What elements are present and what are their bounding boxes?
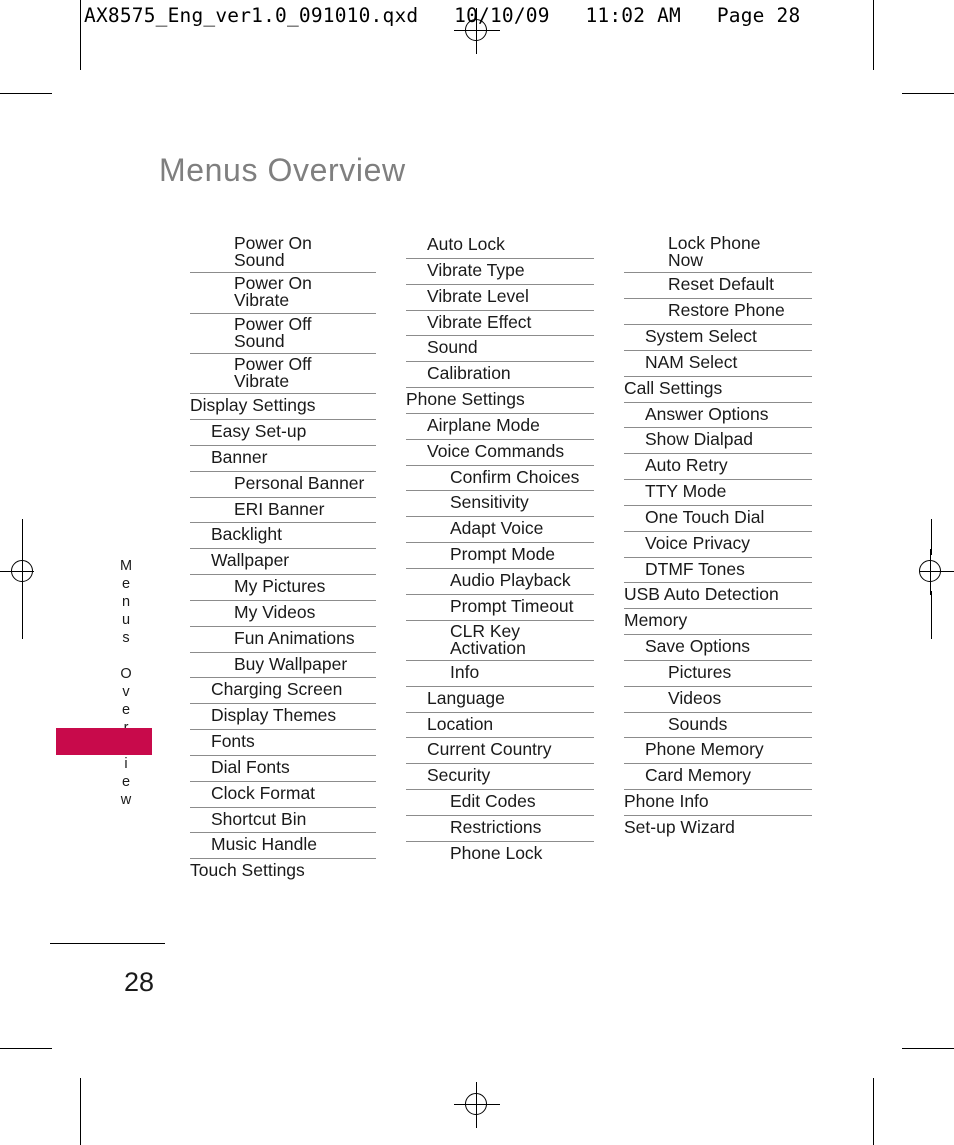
section-thumb-tab: [56, 728, 152, 755]
menu-item: My Pictures: [190, 575, 376, 601]
trim-mark-top-left-horizontal: [0, 93, 52, 94]
menu-item: Voice Privacy: [624, 532, 812, 558]
menu-column-3: Lock Phone Now Reset Default Restore Phone…: [624, 233, 812, 841]
trim-mark-bottom-left-vertical: [80, 1078, 81, 1145]
page-number: 28: [124, 967, 155, 997]
menu-item: Current Country: [406, 738, 594, 765]
menu-item: TTY Mode: [624, 480, 812, 506]
menu-item: Sounds: [624, 713, 812, 739]
menu-item: Power On Sound: [190, 233, 376, 274]
menu-item: Shortcut Bin: [190, 808, 376, 834]
menu-column-2: Auto Lock Vibrate Type Vibrate Level Vibrat…: [406, 233, 594, 867]
menu-item: Phone Settings: [406, 388, 594, 414]
menu-item: Memory: [624, 609, 812, 636]
running-head: Menus Overview: [118, 558, 134, 810]
menu-item: Prompt Mode: [406, 543, 594, 569]
menu-item: Edit Codes: [406, 790, 594, 816]
menu-item: Restore Phone: [624, 299, 812, 325]
trim-mark-top-right-vertical: [873, 0, 874, 70]
menu-item: USB Auto Detection: [624, 583, 812, 610]
menu-item: Fun Animations: [190, 627, 376, 653]
menu-item: Sound: [406, 336, 594, 363]
menu-item: Vibrate Level: [406, 285, 594, 311]
menu-item: Dial Fonts: [190, 756, 376, 782]
menu-item: One Touch Dial: [624, 506, 812, 532]
menu-item: Auto Lock: [406, 233, 594, 259]
menu-item: Auto Retry: [624, 454, 812, 481]
menu-item: Reset Default: [624, 273, 812, 300]
menu-item: Backlight: [190, 523, 376, 550]
menu-item: Adapt Voice: [406, 517, 594, 544]
menu-item: Phone Memory: [624, 738, 812, 765]
menu-item: ERI Banner: [190, 498, 376, 524]
menu-item: Restrictions: [406, 816, 594, 842]
menu-item: Wallpaper: [190, 549, 376, 576]
menu-item: Personal Banner: [190, 472, 376, 498]
menu-item: Voice Commands: [406, 440, 594, 466]
menu-item: Audio Playback: [406, 569, 594, 595]
menu-item: Prompt Timeout: [406, 595, 594, 621]
registration-target-left: [0, 549, 46, 595]
menu-item: Lock Phone Now: [624, 233, 812, 274]
menu-item: Buy Wallpaper: [190, 653, 376, 679]
menu-item: Phone Info: [624, 790, 812, 816]
trim-mark-top-right-horizontal: [902, 93, 954, 94]
prepress-slug: AX8575_Eng_ver1.0_091010.qxd 10/10/09 11…: [84, 4, 801, 27]
registration-target-right: [908, 549, 954, 595]
menu-item: Music Handle: [190, 833, 376, 860]
menu-item: Banner: [190, 446, 376, 472]
menu-item: Call Settings: [624, 377, 812, 403]
menu-item: Power Off Sound: [190, 314, 376, 354]
menu-item: Easy Set-up: [190, 420, 376, 446]
menu-item: System Select: [624, 325, 812, 351]
menu-item: Answer Options: [624, 403, 812, 429]
menu-item: Airplane Mode: [406, 414, 594, 440]
menu-item: Location: [406, 713, 594, 739]
menu-item: Power On Vibrate: [190, 273, 376, 314]
menu-item: Info: [406, 661, 594, 687]
trim-mark-right-vertical-lower: [931, 591, 932, 639]
menu-item: Sensitivity: [406, 491, 594, 518]
menu-column-1: Power On Sound Power On Vibrate Power Off …: [190, 233, 376, 884]
menu-item: Fonts: [190, 730, 376, 756]
menu-item: DTMF Tones: [624, 558, 812, 584]
trim-mark-bottom-right-vertical: [873, 1078, 874, 1145]
menu-item: Save Options: [624, 635, 812, 661]
menu-item: Card Memory: [624, 764, 812, 791]
menu-item: Pictures: [624, 661, 812, 687]
menu-item: CLR Key Activation: [406, 621, 594, 661]
trim-mark-bottom-right-horizontal: [902, 1048, 954, 1049]
menu-item: Show Dialpad: [624, 428, 812, 455]
trim-mark-top-left-vertical: [80, 0, 81, 70]
menu-item: Vibrate Type: [406, 259, 594, 285]
menu-item: Phone Lock: [450, 842, 543, 863]
menu-item: Touch Settings: [190, 860, 305, 881]
footer-rule: [50, 943, 165, 944]
menu-item: Videos: [624, 687, 812, 713]
menu-item: Charging Screen: [190, 678, 376, 705]
trim-mark-left-vertical-lower: [22, 591, 23, 639]
menu-item: NAM Select: [624, 351, 812, 377]
page-title: Menus Overview: [159, 152, 406, 188]
trim-mark-bottom-left-horizontal: [0, 1048, 52, 1049]
menu-item: Display Themes: [190, 704, 376, 731]
menu-item: Calibration: [406, 362, 594, 389]
menu-item: My Videos: [190, 601, 376, 627]
menu-item: Language: [406, 687, 594, 713]
registration-target-bottom: [454, 1082, 500, 1128]
menu-item: Vibrate Effect: [406, 311, 594, 337]
menu-item: Clock Format: [190, 782, 376, 808]
menu-item: Security: [406, 764, 594, 791]
menu-item: Set-up Wizard: [624, 817, 735, 837]
menu-item: Display Settings: [190, 394, 376, 420]
menu-item: Confirm Choices: [406, 466, 594, 492]
menu-item: Power Off Vibrate: [190, 354, 376, 395]
